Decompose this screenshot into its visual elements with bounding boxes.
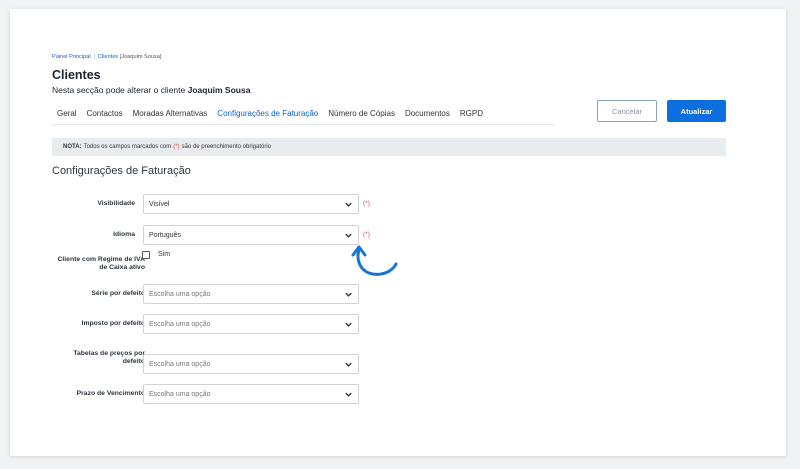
note-required-mark: (*) (173, 144, 180, 150)
tab-configuracoes-faturacao[interactable]: Configurações de Faturação (212, 105, 324, 125)
page-title: Clientes (52, 68, 101, 82)
visibility-required-mark: (*) (363, 200, 370, 207)
due-term-label: Prazo de Vencimento (76, 390, 145, 397)
tab-contactos[interactable]: Contactos (82, 105, 128, 125)
breadcrumb-separator: | (93, 54, 96, 60)
price-tables-value: Escolha uma opção (149, 360, 211, 368)
series-select[interactable]: Escolha uma opção (143, 284, 359, 304)
note-text-after: são de preenchimento obrigatório (181, 144, 271, 150)
page-subtitle: Nesta secção pode alterar o cliente Joaq… (52, 85, 250, 95)
visibility-select[interactable]: Visível (143, 194, 359, 214)
chevron-down-icon (345, 292, 352, 297)
required-fields-note: NOTA: Todos os campos marcados com (*) s… (52, 138, 726, 156)
breadcrumb-current: [Joaquim Sousa] (119, 54, 162, 60)
due-term-select[interactable]: Escolha uma opção (143, 384, 359, 404)
tabs-divider (52, 124, 555, 125)
note-label: NOTA: (63, 144, 82, 150)
chevron-down-icon (345, 392, 352, 397)
tab-numero-copias[interactable]: Número de Cópias (323, 105, 400, 125)
vat-cash-checkbox[interactable] (142, 251, 150, 259)
series-value: Escolha uma opção (149, 290, 211, 298)
breadcrumb: Painel Principal | Clientes [Joaquim Sousa… (52, 54, 161, 60)
series-label: Série por defeito (91, 290, 145, 297)
price-tables-label: Tabelas de preços por defeito (73, 350, 145, 365)
tab-geral[interactable]: Geral (52, 105, 82, 125)
visibility-label: Visibilidade (97, 200, 135, 207)
cancel-button[interactable]: Cancelar (597, 100, 657, 122)
visibility-value: Visível (149, 200, 170, 208)
curved-arrow-icon (351, 245, 398, 276)
breadcrumb-home-link[interactable]: Painel Principal (52, 54, 91, 60)
chevron-down-icon (345, 322, 352, 327)
language-select[interactable]: Português (143, 225, 359, 245)
language-value: Português (149, 231, 181, 239)
client-name: Joaquim Sousa (187, 85, 251, 95)
price-tables-select[interactable]: Escolha uma opção (143, 354, 359, 374)
tab-rgpd[interactable]: RGPD (455, 105, 488, 125)
tab-bar: Geral Contactos Moradas Alternativas Con… (52, 105, 488, 125)
breadcrumb-clients-link[interactable]: Clientes (98, 54, 118, 60)
tax-label: Imposto por defeito (81, 320, 145, 327)
tab-moradas-alternativas[interactable]: Moradas Alternativas (128, 105, 213, 125)
due-term-value: Escolha uma opção (149, 390, 211, 398)
section-title: Configurações de Faturação (52, 165, 191, 177)
tab-documentos[interactable]: Documentos (400, 105, 455, 125)
language-label: Idioma (113, 231, 135, 238)
note-text-before: Todos os campos marcados com (83, 144, 172, 150)
tax-select[interactable]: Escolha uma opção (143, 314, 359, 334)
subtitle-text: Nesta secção pode alterar o cliente (52, 85, 186, 95)
tax-value: Escolha uma opção (149, 320, 211, 328)
chevron-down-icon (345, 362, 352, 367)
vat-cash-option-label[interactable]: Sim (158, 251, 170, 258)
vat-cash-label: Cliente com Regime de IVA de Caixa ativo (57, 256, 146, 271)
chevron-down-icon (345, 202, 352, 207)
update-button[interactable]: Atualizar (667, 100, 726, 122)
